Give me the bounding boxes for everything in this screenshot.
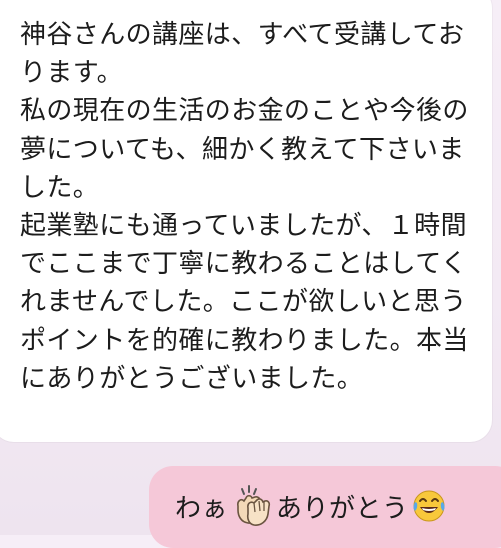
tears-of-joy-icon [411, 488, 447, 524]
outgoing-text-before: わぁ [175, 493, 229, 524]
incoming-message-text: 神谷さんの講座は、すべて受講しております。 私の現在の生活のお金のことや今後の夢… [20, 20, 469, 394]
incoming-message-bubble[interactable]: 神谷さんの講座は、すべて受講しております。 私の現在の生活のお金のことや今後の夢… [0, 0, 492, 442]
outgoing-message-content: わぁ ありがとう [175, 484, 449, 528]
outgoing-message-bubble[interactable]: わぁ ありがとう [149, 466, 501, 548]
outgoing-text-after: ありがとう [276, 493, 409, 524]
chat-area: 神谷さんの講座は、すべて受講しております。 私の現在の生活のお金のことや今後の夢… [0, 0, 501, 548]
clapping-hands-icon [230, 484, 274, 528]
